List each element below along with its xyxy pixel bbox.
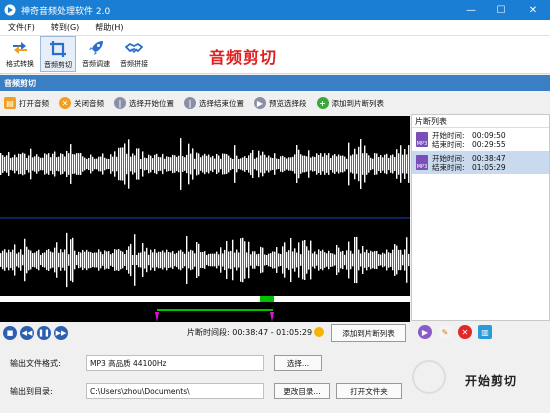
tool-audio-cut-label: 音频剪切 bbox=[44, 61, 72, 69]
crop-icon bbox=[50, 41, 66, 57]
menu-goto[interactable]: 转到(G) bbox=[43, 22, 87, 33]
rewind-icon[interactable]: ◀◀ bbox=[20, 326, 34, 340]
open-audio-label: 打开音频 bbox=[19, 98, 49, 108]
tool-audio-cut[interactable]: 音频剪切 bbox=[40, 36, 76, 72]
playback-bar: ■ ◀◀ ❚❚ ▶▶ 片断时间段: 00:38:47 - 01:05:29 添加… bbox=[0, 322, 550, 344]
start-cut-label: 开始剪切 bbox=[464, 373, 517, 388]
select-end-label: 选择结束位置 bbox=[199, 98, 244, 108]
change-dir-button[interactable]: 更改目录... bbox=[274, 383, 330, 399]
play-segment-icon[interactable]: ▶ bbox=[418, 325, 432, 339]
close-audio-icon: ✕ bbox=[59, 97, 71, 109]
convert-icon bbox=[13, 42, 27, 54]
waveform-display[interactable] bbox=[0, 116, 410, 322]
edit-pencil-icon[interactable]: ✎ bbox=[438, 325, 452, 339]
rocket-icon bbox=[89, 41, 103, 55]
choose-format-button[interactable]: 选择... bbox=[274, 355, 322, 371]
pause-icon[interactable]: ❚❚ bbox=[37, 326, 51, 340]
add-to-list-button[interactable]: + 添加到片断列表 bbox=[316, 94, 385, 112]
forward-icon[interactable]: ▶▶ bbox=[54, 326, 68, 340]
tool-format-convert-label: 格式转换 bbox=[6, 60, 34, 68]
preview-selection-button[interactable]: ▶ 预览选择段 bbox=[254, 94, 307, 112]
folder-icon: ▤ bbox=[4, 97, 16, 109]
select-end-button[interactable]: | 选择结束位置 bbox=[184, 94, 244, 112]
start-time-value: 00:38:47 bbox=[472, 153, 506, 163]
handshake-icon bbox=[125, 42, 143, 54]
start-cut-button[interactable]: 开始剪切 bbox=[436, 360, 546, 400]
select-start-button[interactable]: | 选择开始位置 bbox=[114, 94, 174, 112]
stop-icon[interactable]: ■ bbox=[3, 326, 17, 340]
mp3-file-icon: MP3 bbox=[416, 155, 428, 170]
maximize-button[interactable]: ☐ bbox=[486, 0, 516, 20]
mp3-file-icon: MP3 bbox=[416, 132, 428, 147]
output-format-label: 输出文件格式: bbox=[10, 358, 61, 368]
waveform-panel[interactable] bbox=[0, 116, 410, 322]
tool-audio-join[interactable]: 音频拼接 bbox=[116, 36, 152, 72]
app-icon bbox=[4, 4, 16, 16]
menu-help[interactable]: 帮助(H) bbox=[87, 22, 131, 33]
tool-audio-speed[interactable]: 音频调速 bbox=[78, 36, 114, 72]
output-dir-label: 输出到目录: bbox=[10, 386, 53, 396]
add-segment-button[interactable]: 添加到片断列表 bbox=[331, 324, 406, 342]
page-heading: 音频剪切 bbox=[209, 48, 278, 67]
minimize-button[interactable]: — bbox=[456, 0, 486, 20]
preview-icon: ▶ bbox=[254, 97, 266, 109]
end-time-label: 结束时间: bbox=[432, 139, 465, 149]
start-time-value: 00:09:50 bbox=[472, 130, 506, 140]
window-title: 神奇音频处理软件 2.0 bbox=[21, 6, 111, 17]
select-start-label: 选择开始位置 bbox=[129, 98, 174, 108]
start-handle[interactable] bbox=[155, 312, 159, 322]
start-marker-icon: | bbox=[114, 97, 126, 109]
timeline-track[interactable] bbox=[0, 296, 410, 302]
end-marker-icon: | bbox=[184, 97, 196, 109]
cut-range-label: 片断时间段: 00:38:47 - 01:05:29 bbox=[187, 328, 313, 337]
trash-icon[interactable]: ▥ bbox=[478, 325, 492, 339]
segment-item[interactable]: MP3 开始时间: 00:38:47 结束时间: 01:05:29 bbox=[412, 151, 549, 174]
end-time-value: 00:29:55 bbox=[472, 139, 506, 149]
end-handle[interactable] bbox=[270, 312, 274, 322]
segment-item[interactable]: MP3 开始时间: 00:09:50 结束时间: 00:29:55 bbox=[412, 128, 549, 151]
open-folder-button[interactable]: 打开文件夹 bbox=[336, 383, 402, 399]
plus-icon: + bbox=[316, 97, 329, 109]
menu-file[interactable]: 文件(F) bbox=[0, 22, 43, 33]
output-dir-field[interactable]: C:\Users\zhou\Documents\ bbox=[86, 383, 264, 399]
selection-range-bar[interactable] bbox=[157, 309, 273, 311]
title-bar: 神奇音频处理软件 2.0 — ☐ ✕ bbox=[0, 0, 550, 20]
preview-selection-label: 预览选择段 bbox=[269, 98, 307, 108]
tool-audio-speed-label: 音频调速 bbox=[82, 60, 110, 68]
action-bar: ▤ 打开音频 ✕ 关闭音频 | 选择开始位置 | 选择结束位置 ▶ 预览选择段 … bbox=[0, 92, 410, 114]
sun-icon bbox=[314, 327, 324, 337]
tool-format-convert[interactable]: 格式转换 bbox=[2, 36, 38, 72]
output-format-field[interactable]: MP3 高品质 44100Hz bbox=[86, 355, 264, 371]
start-time-label: 开始时间: bbox=[432, 130, 465, 140]
add-to-list-label: 添加到片断列表 bbox=[331, 98, 385, 108]
playhead-marker[interactable] bbox=[260, 296, 274, 302]
close-button[interactable]: ✕ bbox=[516, 0, 550, 20]
start-time-label: 开始时间: bbox=[432, 153, 465, 163]
open-audio-button[interactable]: ▤ 打开音频 bbox=[4, 94, 49, 112]
delete-icon[interactable]: ✕ bbox=[458, 325, 472, 339]
end-time-label: 结束时间: bbox=[432, 162, 465, 172]
end-time-value: 01:05:29 bbox=[472, 162, 506, 172]
section-header: 音频剪切 bbox=[0, 75, 550, 91]
segment-list: 片断列表 MP3 开始时间: 00:09:50 结束时间: 00:29:55 MP3… bbox=[411, 114, 550, 321]
close-audio-label: 关闭音频 bbox=[74, 98, 104, 108]
tool-audio-join-label: 音频拼接 bbox=[120, 60, 148, 68]
close-audio-button[interactable]: ✕ 关闭音频 bbox=[59, 94, 104, 112]
segment-list-header: 片断列表 bbox=[412, 115, 549, 128]
menu-bar: 文件(F) 转到(G) 帮助(H) bbox=[0, 20, 550, 36]
